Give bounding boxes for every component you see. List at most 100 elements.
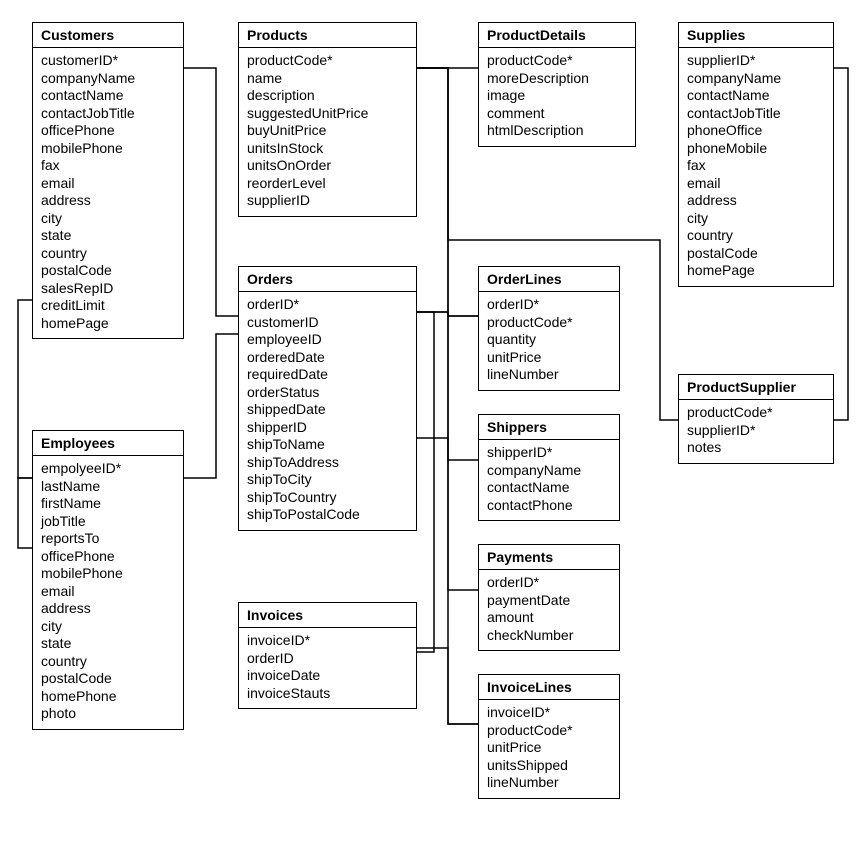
- entity-field: unitsOnOrder: [247, 157, 408, 175]
- entity-field: productCode*: [487, 52, 627, 70]
- entity-field: buyUnitPrice: [247, 122, 408, 140]
- entity-field: productCode*: [487, 314, 611, 332]
- entity-field: homePage: [41, 315, 175, 333]
- entity-field: htmlDescription: [487, 122, 627, 140]
- entity-field: reorderLevel: [247, 175, 408, 193]
- entity-field: phoneMobile: [687, 140, 825, 158]
- connector-orders-shippers: [417, 438, 478, 460]
- entity-field: mobilePhone: [41, 140, 175, 158]
- entity-field: contactName: [487, 479, 611, 497]
- entity-field: orderedDate: [247, 349, 408, 367]
- connector-customers-orders: [184, 68, 238, 316]
- entity-field: fax: [687, 157, 825, 175]
- entity-field: email: [41, 175, 175, 193]
- entity-field: customerID*: [41, 52, 175, 70]
- entity-employees: EmployeesempolyeeID*lastNamefirstNamejob…: [32, 430, 184, 730]
- entity-field: email: [41, 583, 175, 601]
- entity-field: invoiceID*: [247, 632, 408, 650]
- connector-invoices-invoicelines: [417, 648, 478, 724]
- entity-field: orderID*: [487, 296, 611, 314]
- entity-field: shipToCity: [247, 471, 408, 489]
- entity-field: jobTitle: [41, 513, 175, 531]
- entity-field: shipToPostalCode: [247, 506, 408, 524]
- entity-productsupplier: ProductSupplierproductCode*supplierID*no…: [678, 374, 834, 464]
- entity-fields: shipperID*companyNamecontactNamecontactP…: [479, 440, 619, 520]
- entity-field: moreDescription: [487, 70, 627, 88]
- entity-field: productCode*: [247, 52, 408, 70]
- entity-field: name: [247, 70, 408, 88]
- entity-fields: productCode*moreDescriptionimagecommenth…: [479, 48, 635, 146]
- connector-orders-invoices: [417, 312, 434, 652]
- entity-field: description: [247, 87, 408, 105]
- entity-field: shipToCountry: [247, 489, 408, 507]
- entity-field: unitPrice: [487, 739, 611, 757]
- entity-fields: orderID*paymentDateamountcheckNumber: [479, 570, 619, 650]
- connector-employees-self: [18, 478, 32, 548]
- entity-field: supplierID: [247, 192, 408, 210]
- entity-field: orderID*: [247, 296, 408, 314]
- entity-field: city: [41, 618, 175, 636]
- connector-employees-orders: [184, 334, 238, 478]
- entity-field: companyName: [687, 70, 825, 88]
- entity-orders: OrdersorderID*customerIDemployeeIDordere…: [238, 266, 417, 531]
- connector-products-invoicelines: [417, 68, 478, 724]
- entity-field: orderID: [247, 650, 408, 668]
- entity-invoicelines: InvoiceLinesinvoiceID*productCode*unitPr…: [478, 674, 620, 799]
- entity-field: contactName: [41, 87, 175, 105]
- entity-field: unitsShipped: [487, 757, 611, 775]
- entity-field: mobilePhone: [41, 565, 175, 583]
- entity-field: image: [487, 87, 627, 105]
- entity-field: country: [41, 245, 175, 263]
- entity-productdetails: ProductDetailsproductCode*moreDescriptio…: [478, 22, 636, 147]
- entity-field: comment: [487, 105, 627, 123]
- entity-field: reportsTo: [41, 530, 175, 548]
- entity-title: Shippers: [479, 415, 619, 440]
- entity-field: orderStatus: [247, 384, 408, 402]
- entity-field: state: [41, 635, 175, 653]
- entity-field: unitsInStock: [247, 140, 408, 158]
- entity-field: quantity: [487, 331, 611, 349]
- entity-fields: customerID*companyNamecontactNamecontact…: [33, 48, 183, 338]
- entity-field: contactName: [687, 87, 825, 105]
- entity-field: homePage: [687, 262, 825, 280]
- entity-field: officePhone: [41, 122, 175, 140]
- entity-field: shipToName: [247, 436, 408, 454]
- entity-field: contactPhone: [487, 497, 611, 515]
- entity-field: city: [41, 210, 175, 228]
- entity-field: requiredDate: [247, 366, 408, 384]
- entity-fields: empolyeeID*lastNamefirstNamejobTitlerepo…: [33, 456, 183, 729]
- connector-orders-orderlines: [417, 312, 478, 316]
- entity-payments: PaymentsorderID*paymentDateamountcheckNu…: [478, 544, 620, 651]
- entity-field: salesRepID: [41, 280, 175, 298]
- entity-title: OrderLines: [479, 267, 619, 292]
- er-diagram-canvas: CustomerscustomerID*companyNamecontactNa…: [0, 0, 866, 862]
- entity-field: employeeID: [247, 331, 408, 349]
- entity-field: address: [41, 192, 175, 210]
- entity-field: state: [41, 227, 175, 245]
- entity-fields: orderID*productCode*quantityunitPricelin…: [479, 292, 619, 390]
- entity-field: email: [687, 175, 825, 193]
- entity-field: firstName: [41, 495, 175, 513]
- entity-field: postalCode: [687, 245, 825, 263]
- entity-fields: orderID*customerIDemployeeIDorderedDater…: [239, 292, 416, 530]
- entity-products: ProductsproductCode*namedescriptionsugge…: [238, 22, 417, 217]
- entity-field: productCode*: [487, 722, 611, 740]
- entity-field: country: [41, 653, 175, 671]
- entity-field: address: [41, 600, 175, 618]
- entity-field: country: [687, 227, 825, 245]
- entity-title: Supplies: [679, 23, 833, 48]
- entity-title: Orders: [239, 267, 416, 292]
- entity-field: amount: [487, 609, 611, 627]
- entity-customers: CustomerscustomerID*companyNamecontactNa…: [32, 22, 184, 339]
- entity-field: contactJobTitle: [41, 105, 175, 123]
- entity-title: ProductDetails: [479, 23, 635, 48]
- entity-field: photo: [41, 705, 175, 723]
- entity-field: lineNumber: [487, 774, 611, 792]
- entity-field: orderID*: [487, 574, 611, 592]
- entity-title: Invoices: [239, 603, 416, 628]
- entity-field: invoiceDate: [247, 667, 408, 685]
- entity-field: invoiceStauts: [247, 685, 408, 703]
- entity-fields: productCode*supplierID*notes: [679, 400, 833, 463]
- entity-field: homePhone: [41, 688, 175, 706]
- entity-field: shipperID: [247, 419, 408, 437]
